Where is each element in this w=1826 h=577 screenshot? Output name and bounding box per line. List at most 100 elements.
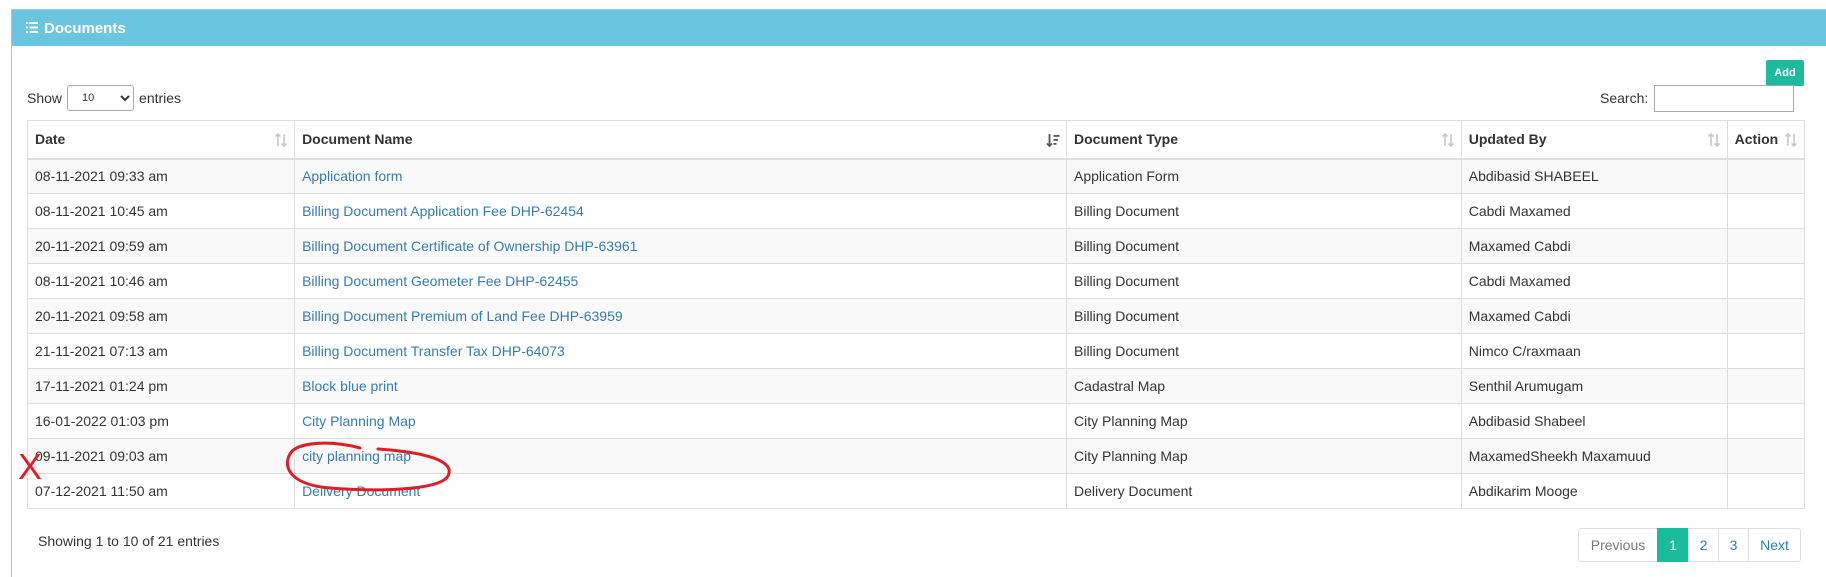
cell-date: 07-12-2021 11:50 am (26, 473, 296, 509)
document-link[interactable]: City Planning Map (302, 413, 416, 429)
cell-document-name: Block blue print (294, 368, 1067, 404)
document-link[interactable]: Billing Document Geometer Fee DHP-62455 (302, 273, 578, 289)
table-row: 08-11-2021 10:46 am Billing Document Geo… (26, 263, 1806, 299)
cell-updated-by: Maxamed Cabdi (1460, 228, 1728, 264)
pagination-next[interactable]: Next (1748, 528, 1801, 562)
table-row: 08-11-2021 09:33 am Application form App… (26, 158, 1806, 194)
cell-document-type: Delivery Document (1066, 473, 1462, 509)
table-header-row: Date Document Name Document Type Updated… (26, 120, 1806, 160)
cell-updated-by: Nimco C/raxmaan (1460, 333, 1728, 369)
entries-length-control: Show 10 entries (27, 83, 181, 113)
cell-action (1726, 228, 1806, 264)
sort-icon (1707, 132, 1720, 148)
cell-action (1726, 403, 1806, 439)
table-row: 08-11-2021 10:45 am Billing Document App… (26, 193, 1806, 229)
column-header-updated-by[interactable]: Updated By (1460, 120, 1728, 160)
cell-document-name: Billing Document Geometer Fee DHP-62455 (294, 263, 1067, 299)
search-input[interactable] (1654, 84, 1795, 112)
cell-action (1726, 193, 1806, 229)
sort-icon (1441, 132, 1454, 148)
cell-updated-by: Maxamed Cabdi (1460, 298, 1728, 334)
cell-document-name: Billing Document Premium of Land Fee DHP… (294, 298, 1067, 334)
cell-date: 21-11-2021 07:13 am (26, 333, 296, 369)
table-row: 07-12-2021 11:50 am Delivery Document De… (26, 473, 1806, 509)
column-header-label: Date (35, 131, 66, 148)
entries-select[interactable]: 10 (67, 85, 135, 111)
cell-document-type: Billing Document (1066, 228, 1462, 264)
table-row: 20-11-2021 09:59 am Billing Document Cer… (26, 228, 1806, 264)
sort-icon (274, 132, 288, 148)
sort-alpha-asc-icon (1046, 134, 1060, 148)
cell-document-type: Application Form (1066, 158, 1462, 194)
document-link[interactable]: Billing Document Application Fee DHP-624… (302, 203, 584, 219)
cell-updated-by: Abdikarim Mooge (1460, 473, 1728, 509)
cell-date: 09-11-2021 09:03 am (26, 438, 296, 474)
cell-action (1726, 298, 1806, 334)
search-label: Search: (1600, 90, 1649, 106)
cell-updated-by: Senthil Arumugam (1460, 368, 1728, 404)
cell-date: 08-11-2021 10:45 am (26, 193, 296, 229)
document-link[interactable]: city planning map (302, 448, 411, 464)
document-link[interactable]: Billing Document Certificate of Ownershi… (302, 238, 637, 254)
cell-action (1726, 158, 1806, 194)
column-header-document-name[interactable]: Document Name (294, 120, 1067, 160)
cell-document-type: City Planning Map (1066, 438, 1462, 474)
cell-date: 16-01-2022 01:03 pm (26, 403, 296, 439)
column-header-label: Action (1734, 131, 1779, 148)
cell-document-name: Billing Document Transfer Tax DHP-64073 (294, 333, 1067, 369)
sort-icon (1784, 132, 1798, 148)
pagination: Previous 1 2 3 Next (1578, 528, 1801, 562)
pagination-page-1[interactable]: 1 (1657, 528, 1689, 562)
list-icon (26, 21, 38, 33)
column-header-label: Document Type (1074, 131, 1178, 148)
cell-document-type: Billing Document (1066, 333, 1462, 369)
cell-document-type: City Planning Map (1066, 403, 1462, 439)
cell-date: 17-11-2021 01:24 pm (26, 368, 296, 404)
panel-title: Documents (44, 19, 126, 37)
search-control: Search: (1600, 83, 1795, 113)
cell-document-name: City Planning Map (294, 403, 1067, 439)
cell-updated-by: Cabdi Maxamed (1460, 193, 1728, 229)
cell-updated-by: Abdibasid SHABEEL (1460, 158, 1728, 194)
pagination-page-3[interactable]: 3 (1718, 528, 1749, 562)
table-row: 20-11-2021 09:58 am Billing Document Pre… (26, 298, 1806, 334)
cell-document-type: Cadastral Map (1066, 368, 1462, 404)
cell-document-name: city planning map (294, 438, 1067, 474)
cell-document-name: Billing Document Application Fee DHP-624… (294, 193, 1067, 229)
column-header-date[interactable]: Date (26, 120, 296, 160)
cell-document-name: Delivery Document (294, 473, 1067, 509)
document-link[interactable]: Block blue print (302, 378, 398, 394)
show-label: Show (27, 90, 63, 106)
column-header-action[interactable]: Action (1726, 120, 1806, 160)
document-link[interactable]: Application form (302, 168, 402, 184)
document-link[interactable]: Delivery Document (302, 483, 420, 499)
cell-action (1726, 473, 1806, 509)
table-row: 09-11-2021 09:03 am city planning map Ci… (26, 438, 1806, 474)
documents-table: Date Document Name Document Type Updated… (26, 120, 1806, 509)
cell-document-type: Billing Document (1066, 193, 1462, 229)
pagination-previous[interactable]: Previous (1578, 528, 1658, 562)
cell-document-name: Application form (294, 158, 1067, 194)
table-row: 17-11-2021 01:24 pm Block blue print Cad… (26, 368, 1806, 404)
entries-label: entries (139, 90, 182, 106)
column-header-label: Document Name (302, 131, 413, 148)
column-header-document-type[interactable]: Document Type (1066, 120, 1462, 160)
document-link[interactable]: Billing Document Premium of Land Fee DHP… (302, 308, 623, 324)
panel-heading: Documents (12, 10, 1826, 46)
cell-action (1726, 368, 1806, 404)
cell-updated-by: MaxamedSheekh Maxamuud (1460, 438, 1728, 474)
pagination-page-2[interactable]: 2 (1688, 528, 1719, 562)
document-link[interactable]: Billing Document Transfer Tax DHP-64073 (302, 343, 565, 359)
cell-action (1726, 333, 1806, 369)
cell-updated-by: Cabdi Maxamed (1460, 263, 1728, 299)
cell-date: 08-11-2021 10:46 am (26, 263, 296, 299)
table-row: 16-01-2022 01:03 pm City Planning Map Ci… (26, 403, 1806, 439)
cell-action (1726, 438, 1806, 474)
column-header-label: Updated By (1468, 131, 1547, 148)
cell-action (1726, 263, 1806, 299)
table-info: Showing 1 to 10 of 21 entries (38, 533, 220, 549)
cell-updated-by: Abdibasid Shabeel (1460, 403, 1728, 439)
table-row: 21-11-2021 07:13 am Billing Document Tra… (26, 333, 1806, 369)
cell-date: 20-11-2021 09:58 am (26, 298, 296, 334)
cell-document-type: Billing Document (1066, 263, 1462, 299)
